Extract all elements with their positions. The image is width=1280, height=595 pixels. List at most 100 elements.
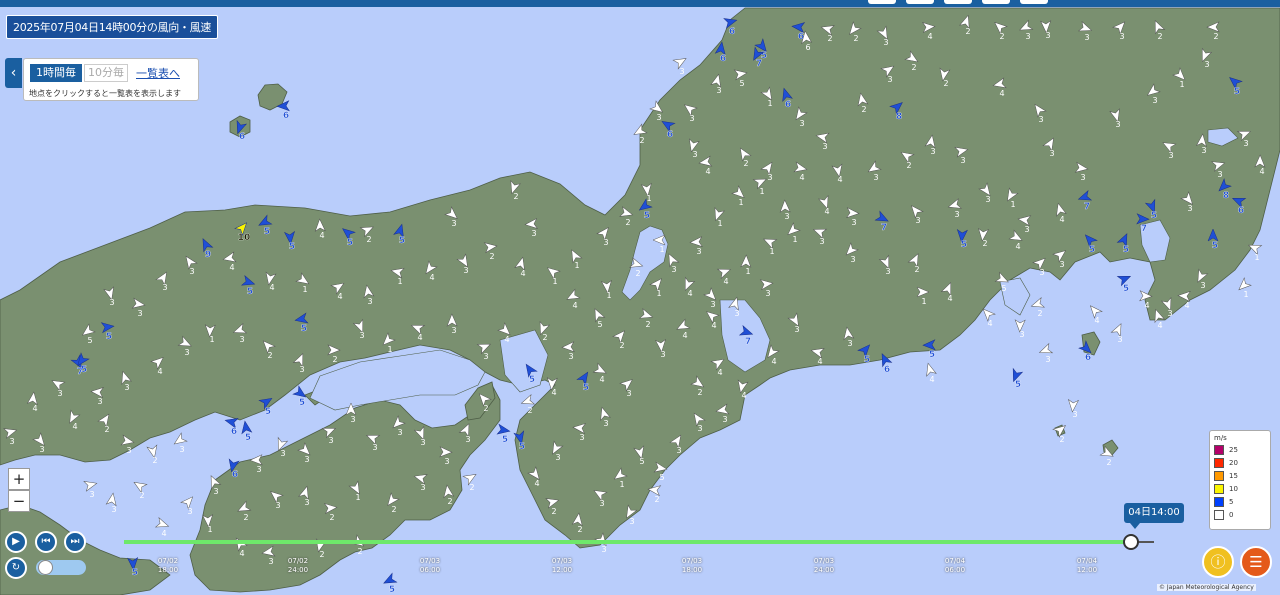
wind-speed-label: 1: [209, 335, 214, 344]
wind-speed-label: 5: [299, 398, 305, 408]
wind-speed-label: 2: [469, 483, 474, 492]
zoom-out-button[interactable]: −: [8, 490, 30, 512]
wind-speed-label: 3: [328, 436, 333, 445]
wind-speed-label: 1: [552, 277, 557, 286]
wind-speed-label: 3: [483, 352, 488, 361]
wind-speed-label: 6: [805, 43, 810, 52]
wind-speed-label: 2: [639, 136, 644, 145]
legend-row: 15: [1214, 471, 1269, 482]
wind-speed-label: 1: [1254, 253, 1259, 262]
wind-speed-label: 3: [985, 195, 990, 204]
wind-speed-label: 4: [682, 331, 687, 340]
hourly-button[interactable]: 1時間毎: [30, 64, 82, 82]
wind-speed-label: 3: [954, 210, 959, 219]
list-link[interactable]: 一覧表へ: [136, 65, 180, 81]
wind-speed-label: 3: [885, 267, 890, 276]
step-back-icon[interactable]: ⏮: [35, 531, 57, 553]
wind-speed-legend: m/s 25 20 15 10 5 0: [1209, 430, 1271, 530]
wind-speed-label: 3: [603, 238, 608, 247]
wind-speed-label: 4: [817, 357, 822, 366]
wind-speed-label: 6: [283, 111, 289, 121]
wind-speed-label: 5: [644, 211, 650, 221]
wind-speed-label: 2: [619, 341, 624, 350]
wind-speed-label: 3: [463, 266, 468, 275]
step-forward-icon[interactable]: ⏭: [64, 531, 86, 553]
ten-minute-button[interactable]: 10分毎: [84, 64, 128, 82]
wind-speed-label: 3: [1059, 260, 1064, 269]
wind-speed-label: 3: [671, 265, 676, 274]
wind-speed-label: 3: [734, 309, 739, 318]
toolbar-button-1[interactable]: [868, 0, 896, 4]
wind-speed-label: 1: [767, 99, 772, 108]
wind-speed-label: 2: [329, 513, 334, 522]
wind-speed-label: 4: [504, 335, 509, 344]
wind-speed-label: 1: [646, 194, 651, 203]
toolbar-button-3[interactable]: [944, 0, 972, 4]
chevron-left-icon[interactable]: ‹: [5, 58, 22, 88]
zoom-in-button[interactable]: +: [8, 468, 30, 490]
wind-speed-label: 2: [906, 161, 911, 170]
wind-speed-label: 6: [1085, 353, 1091, 363]
legend-unit: m/s: [1214, 434, 1227, 442]
wind-speed-label: 5: [389, 585, 395, 595]
wind-speed-label: 3: [162, 283, 167, 292]
play-icon[interactable]: ▶: [5, 531, 27, 553]
wind-speed-label: 5: [301, 324, 307, 334]
wind-speed-label: 4: [711, 321, 716, 330]
wind-speed-label: 2: [577, 525, 582, 534]
wind-speed-label: 2: [1157, 32, 1162, 41]
wind-speed-label: 5: [247, 287, 253, 297]
wind-speed-label: 4: [32, 404, 37, 413]
panel-hint: 地点をクリックすると一覧表を表示します: [29, 89, 181, 98]
legend-label: 0: [1229, 511, 1234, 519]
tick-time: 06:00: [944, 566, 966, 574]
wind-speed-label: 1: [759, 187, 764, 196]
legend-row: 10: [1214, 484, 1269, 495]
wind-speed-label: 2: [1059, 435, 1064, 444]
info-icon[interactable]: ⓘ: [1202, 546, 1234, 578]
wind-speed-label: 3: [784, 212, 789, 221]
timeline-tick: 07/03 24:00: [804, 557, 844, 575]
legend-swatch: [1214, 458, 1224, 468]
wind-speed-label: 3: [124, 383, 129, 392]
wind-speed-label: 4: [599, 375, 604, 384]
wind-speed-label: 3: [1204, 60, 1209, 69]
toolbar-button-4[interactable]: [982, 0, 1010, 4]
wind-speed-label: 3: [137, 309, 142, 318]
wind-speed-label: 5: [739, 79, 744, 88]
wind-speed-label: 3: [1045, 355, 1050, 364]
wind-speed-label: 3: [1025, 32, 1030, 41]
wind-speed-label: 6: [720, 54, 726, 64]
wind-speed-label: 8: [896, 112, 902, 122]
wind-speed-label: 6: [239, 132, 245, 142]
book-icon[interactable]: ☰: [1240, 546, 1272, 578]
timeline-tick: 07/03 18:00: [672, 557, 712, 575]
wind-speed-label: 3: [1115, 120, 1120, 129]
refresh-icon[interactable]: ↻: [5, 557, 27, 579]
wind-speed-label: 1: [1243, 290, 1248, 299]
wind-speed-label: 4: [1059, 215, 1064, 224]
speed-slider-knob[interactable]: [38, 560, 53, 575]
tick-time: 18:00: [157, 566, 179, 574]
wind-speed-label: 3: [350, 415, 355, 424]
toolbar-button-5[interactable]: [1020, 0, 1048, 4]
wind-speed-label: 3: [531, 229, 536, 238]
wind-speed-label: 3: [851, 218, 856, 227]
wind-speed-label: 2: [635, 269, 640, 278]
wind-speed-label: 3: [1024, 225, 1029, 234]
wind-speed-label: 4: [837, 175, 842, 184]
wind-speed-label: 2: [645, 320, 650, 329]
timeline-handle[interactable]: [1123, 534, 1139, 550]
legend-row: 5: [1214, 497, 1269, 508]
wind-speed-label: 3: [1019, 330, 1024, 339]
timeline-bar[interactable]: [124, 540, 1134, 544]
wind-speed-label: 3: [1117, 335, 1122, 344]
wind-speed-label: 3: [883, 38, 888, 47]
wind-speed-label: 2: [853, 34, 858, 43]
wind-speed-label: 5: [502, 435, 508, 445]
wind-speed-label: 3: [689, 114, 694, 123]
toolbar-button-2[interactable]: [906, 0, 934, 4]
wind-speed-label: 1: [659, 245, 664, 254]
wind-speed-label: 6: [785, 100, 791, 110]
wind-speed-label: 4: [717, 368, 722, 377]
